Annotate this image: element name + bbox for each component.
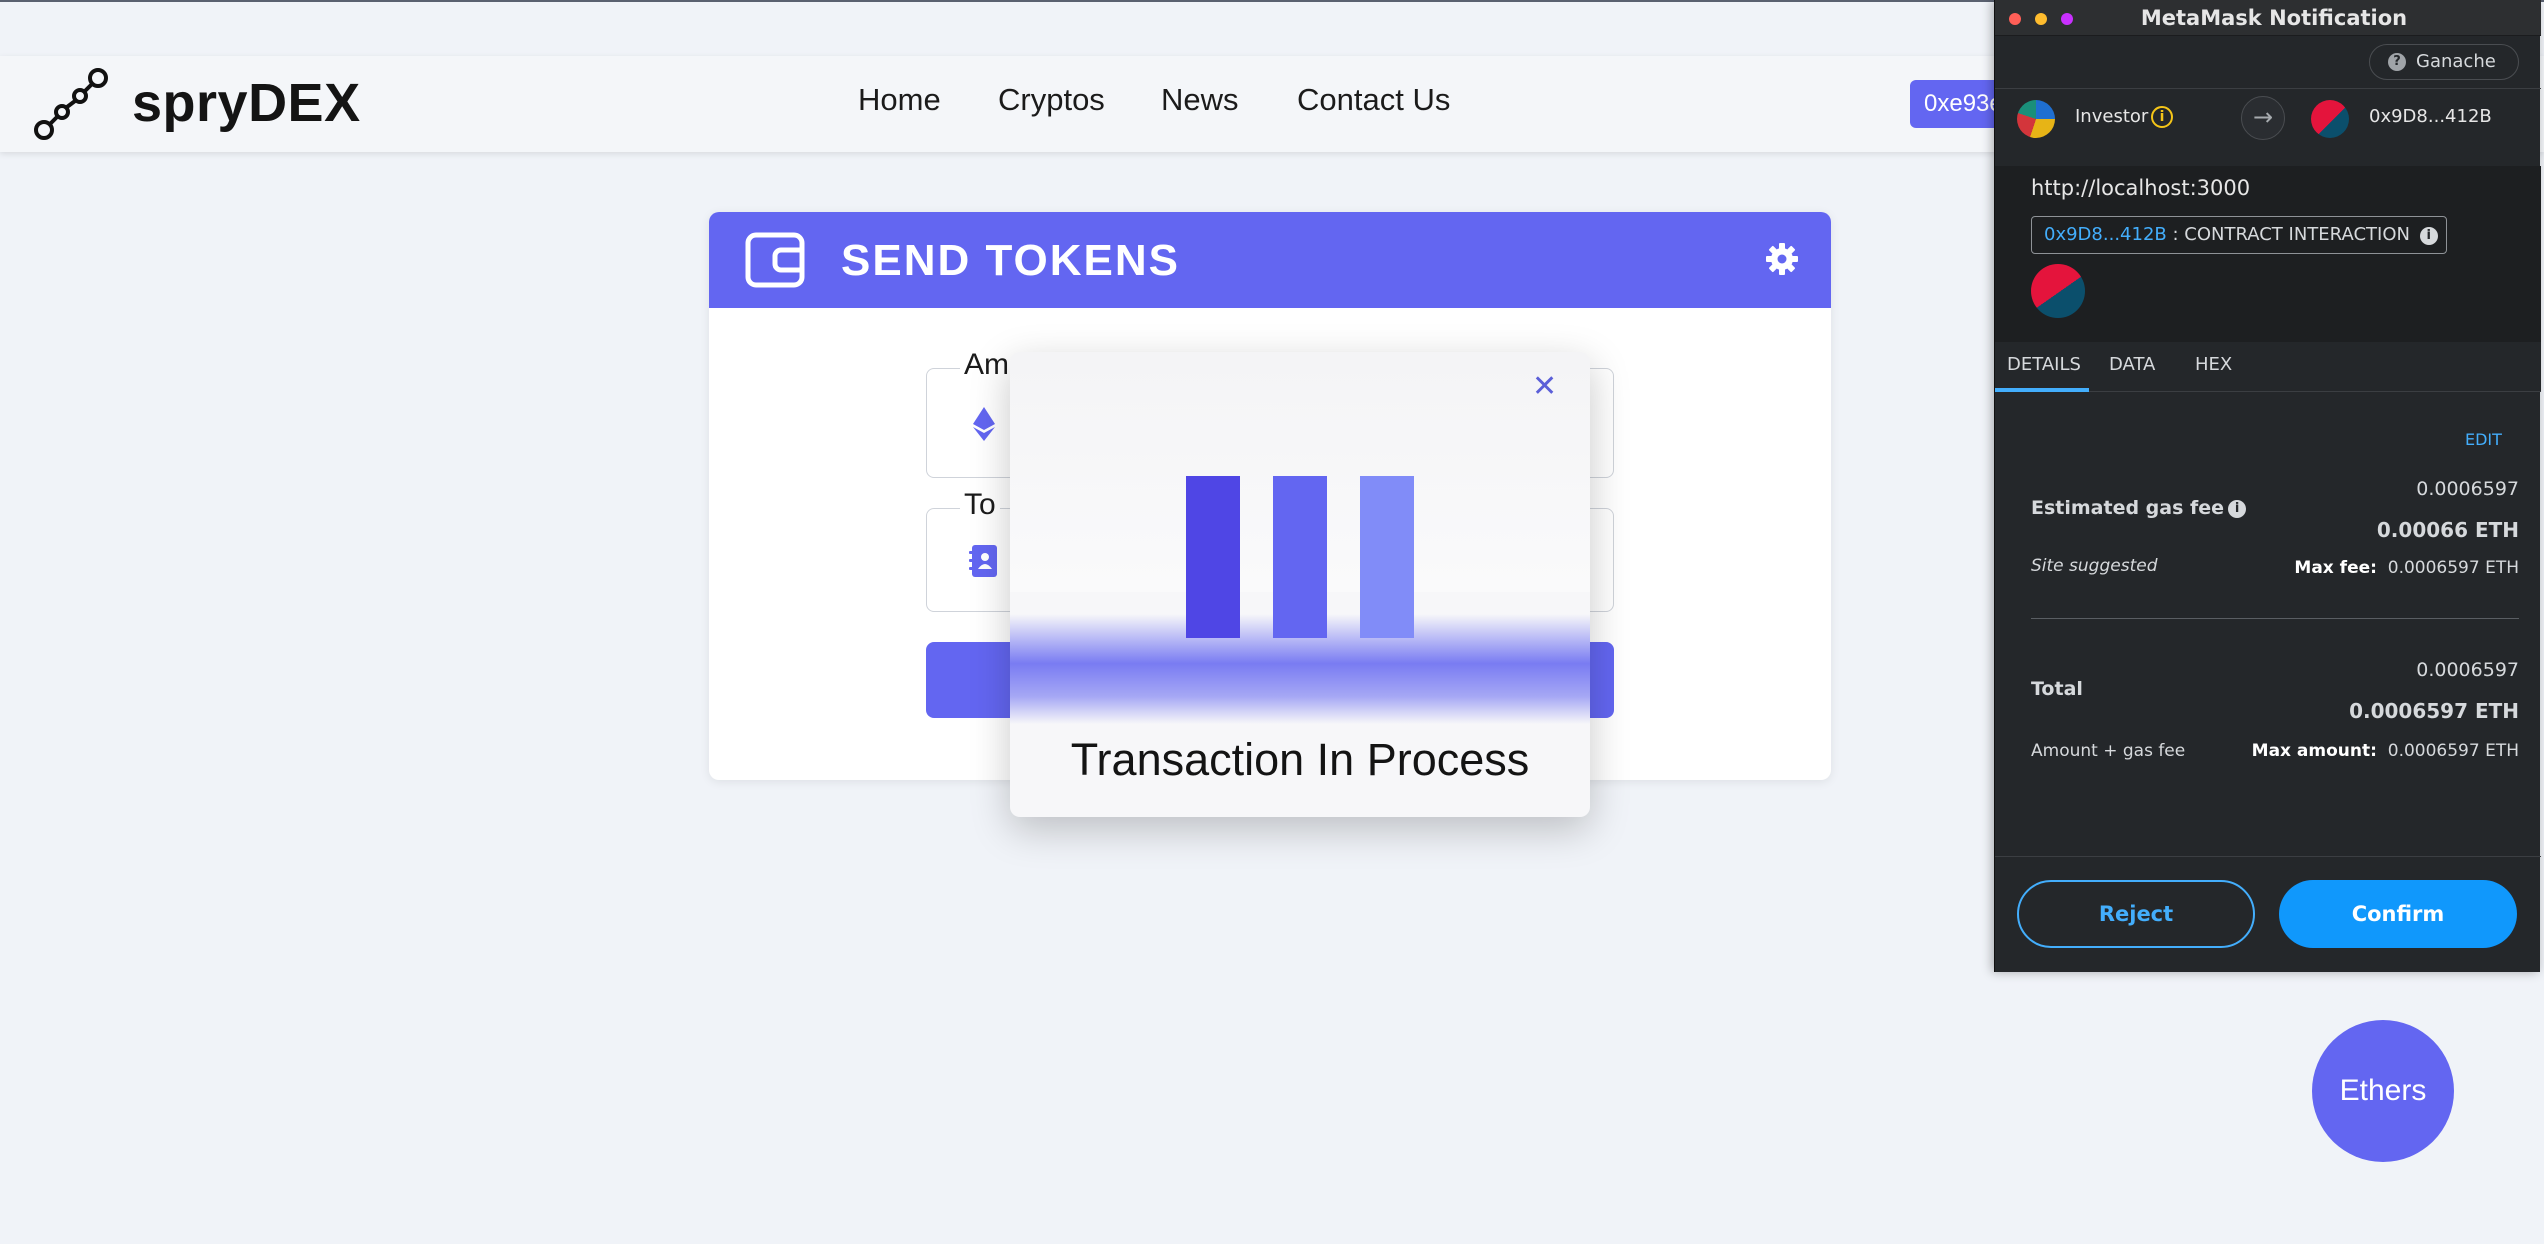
arrow-right-icon: → [2241,96,2285,140]
max-fee-row: Max fee: 0.0006597 ETH [2255,558,2519,578]
nav-cryptos[interactable]: Cryptos [998,82,1105,118]
to-account-avatar [2311,100,2349,138]
network-selector[interactable]: ? Ganache [2369,44,2519,80]
to-account-address[interactable]: 0x9D8...412B [2369,106,2492,127]
divider [2031,618,2519,619]
address-book-icon [969,545,997,577]
contract-address[interactable]: 0x9D8...412B [2044,224,2167,245]
details-tabs: DETAILS DATA HEX [1995,342,2541,392]
edit-gas-link[interactable]: EDIT [2465,430,2502,449]
from-account-avatar [2017,100,2055,138]
nav-contact-us[interactable]: Contact Us [1297,82,1450,118]
loading-bar-3 [1360,476,1414,638]
tab-data[interactable]: DATA [2109,354,2155,375]
contract-interaction-chip[interactable]: 0x9D8...412B : CONTRACT INTERACTION i [2031,216,2447,254]
transaction-process-modal: ✕ Transaction In Process [1010,352,1590,817]
total-eth: 0.0006597 ETH [2349,699,2519,723]
ethers-floating-button[interactable]: Ethers [2312,1020,2454,1162]
amount-plus-gas-label: Amount + gas fee [2031,741,2186,761]
metamask-window-title: MetaMask Notification [2140,6,2408,30]
reject-button[interactable]: Reject [2017,880,2255,948]
info-icon[interactable]: i [2419,227,2438,245]
gas-fee-eth: 0.00066 ETH [2376,518,2519,542]
total-label: Total [2031,678,2083,700]
metamask-window: MetaMask Notification ? Ganache Investor… [1994,0,2541,972]
active-tab-indicator [1995,388,2089,392]
gas-fee-value: 0.0006597 [2416,478,2519,500]
loading-bar-1 [1186,476,1240,638]
max-fee-value: 0.0006597 ETH [2387,558,2519,578]
divider [1995,88,2541,89]
info-icon[interactable]: i [2228,500,2247,518]
from-account-name[interactable]: Investor [2075,106,2148,127]
metamask-titlebar: MetaMask Notification [1995,0,2541,36]
close-icon[interactable]: ✕ [1532,372,1557,402]
site-suggested-label[interactable]: Site suggested [2031,556,2158,576]
max-amount-row: Max amount: 0.0006597 ETH [2225,741,2519,761]
contract-avatar [2031,264,2085,318]
confirm-button[interactable]: Confirm [2279,880,2517,948]
nav-news[interactable]: News [1161,82,1239,118]
loading-bar-2 [1273,476,1327,638]
chain-logo-icon [34,68,108,140]
nav-home[interactable]: Home [858,82,941,118]
max-amount-label: Max amount: [2251,741,2377,761]
max-amount-value: 0.0006597 ETH [2387,741,2519,761]
total-value: 0.0006597 [2416,659,2519,681]
wallet-icon [745,232,805,288]
estimated-gas-fee-label: Estimated gas fee i [2031,497,2247,519]
amount-label: Am [960,348,1013,382]
recipient-label: To [960,488,1000,522]
tab-details[interactable]: DETAILS [2007,354,2081,375]
transaction-status-text: Transaction In Process [1070,734,1530,785]
send-tokens-title: SEND TOKENS [841,236,1181,285]
gear-icon[interactable] [1765,242,1799,276]
max-fee-label: Max fee: [2294,558,2377,578]
question-icon: ? [2388,53,2406,71]
brand-name[interactable]: spryDEX [132,72,361,134]
ethereum-icon [973,407,995,441]
network-name: Ganache [2416,51,2496,72]
send-tokens-header: SEND TOKENS [709,212,1831,308]
tab-hex[interactable]: HEX [2195,354,2232,375]
warning-icon[interactable]: i [2151,106,2173,128]
origin-url: http://localhost:3000 [2031,176,2251,200]
contract-interaction-label: : CONTRACT INTERACTION [2172,224,2410,245]
